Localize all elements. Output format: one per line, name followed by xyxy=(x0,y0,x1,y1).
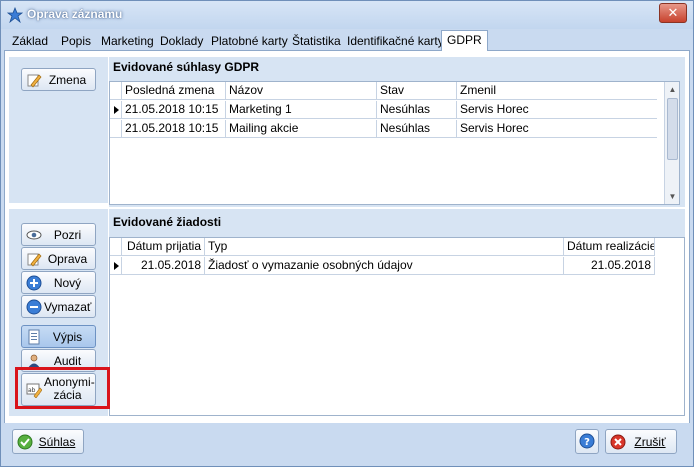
close-button[interactable]: ✕ xyxy=(659,3,687,23)
table-cell: 21.05.2018 10:15 xyxy=(122,101,226,119)
column-header[interactable]: Zmenil xyxy=(457,82,657,100)
table-row[interactable]: 21.05.2018 10:15 Marketing 1 Nesúhlas Se… xyxy=(110,101,664,119)
table-cell: 21.05.2018 xyxy=(564,257,655,275)
scroll-down-icon[interactable]: ▼ xyxy=(665,189,680,204)
requests-title: Evidované žiadosti xyxy=(113,215,222,229)
table-row[interactable]: 21.05.2018 Žiadosť o vymazanie osobných … xyxy=(110,257,656,275)
window-title: Oprava záznamu xyxy=(27,7,123,21)
tab-popis[interactable]: Popis xyxy=(56,32,96,51)
cancel-button[interactable]: Zrušiť xyxy=(605,429,677,454)
consents-panel: Evidované súhlasy GDPR Posledná zmena Ná… xyxy=(109,57,685,207)
requests-header: Dátum prijatia Typ Dátum realizácie xyxy=(110,238,656,256)
table-cell: Servis Horec xyxy=(457,101,657,119)
title-bar: Oprava záznamu ✕ xyxy=(1,1,693,29)
requests-table: Dátum prijatia Typ Dátum realizácie 21.0… xyxy=(109,237,685,416)
consents-actions-panel: Zmena xyxy=(9,57,108,203)
app-logo-icon xyxy=(7,7,23,23)
table-row[interactable]: 21.05.2018 10:15 Mailing akcie Nesúhlas … xyxy=(110,120,664,138)
tab-zaklad[interactable]: Základ xyxy=(7,32,53,51)
row-indicator-icon xyxy=(110,101,122,119)
table-cell: 21.05.2018 10:15 xyxy=(122,120,226,138)
tab-bar: Základ Popis Marketing Doklady Platobné … xyxy=(5,30,691,51)
table-cell: Servis Horec xyxy=(457,120,657,138)
plus-icon xyxy=(26,275,42,291)
column-header[interactable]: Názov xyxy=(226,82,377,100)
consents-table: Posledná zmena Názov Stav Zmenil 21.05.2… xyxy=(109,81,680,205)
table-cell: 21.05.2018 xyxy=(122,257,205,275)
scroll-up-icon[interactable]: ▲ xyxy=(665,82,680,97)
delete-button[interactable]: Vymazať xyxy=(21,295,96,318)
tab-page-gdpr: Zmena Evidované súhlasy GDPR Posledná zm… xyxy=(4,50,690,464)
tab-platobne-karty[interactable]: Platobné karty xyxy=(206,32,293,51)
tab-doklady[interactable]: Doklady xyxy=(155,32,208,51)
table-cell: Nesúhlas xyxy=(377,120,457,138)
eye-icon xyxy=(26,230,42,240)
pencil-icon xyxy=(27,253,42,267)
tab-identifikacne-karty[interactable]: Identifikačné karty xyxy=(342,32,449,51)
column-header[interactable]: Posledná zmena xyxy=(122,82,226,100)
scroll-thumb[interactable] xyxy=(667,98,678,160)
help-button[interactable]: ? xyxy=(575,429,599,454)
highlight-box xyxy=(15,367,110,409)
new-button[interactable]: Nový xyxy=(21,271,96,294)
column-header[interactable]: Dátum realizácie xyxy=(564,238,655,256)
pencil-icon xyxy=(27,74,42,88)
minus-icon xyxy=(26,299,42,315)
column-header[interactable]: Typ xyxy=(205,238,564,256)
consents-header: Posledná zmena Názov Stav Zmenil xyxy=(110,82,664,100)
consents-scrollbar[interactable]: ▲ ▼ xyxy=(664,82,679,204)
tab-statistika[interactable]: Štatistika xyxy=(287,32,346,51)
dialog-window: Oprava záznamu ✕ Základ Popis Marketing … xyxy=(0,0,694,467)
view-button[interactable]: Pozri xyxy=(21,223,96,246)
tab-marketing[interactable]: Marketing xyxy=(96,32,159,51)
dialog-footer: Súhlas ? Zrušiť xyxy=(4,423,690,464)
table-cell: Žiadosť o vymazanie osobných údajov xyxy=(205,257,564,275)
column-header[interactable]: Dátum prijatia xyxy=(122,238,205,256)
requests-panel: Evidované žiadosti Dátum prijatia Typ Dá… xyxy=(109,209,685,416)
help-icon: ? xyxy=(579,433,595,449)
svg-text:?: ? xyxy=(584,437,590,448)
consents-title: Evidované súhlasy GDPR xyxy=(113,60,260,74)
row-indicator-icon xyxy=(110,257,122,275)
column-header[interactable]: Stav xyxy=(377,82,457,100)
change-button[interactable]: Zmena xyxy=(21,68,96,91)
table-cell: Marketing 1 xyxy=(226,101,377,119)
tab-gdpr[interactable]: GDPR xyxy=(441,30,488,51)
table-cell: Mailing akcie xyxy=(226,120,377,138)
agree-button[interactable]: Súhlas xyxy=(12,429,84,454)
document-icon xyxy=(28,329,40,345)
cancel-icon xyxy=(610,434,626,450)
print-button[interactable]: Výpis xyxy=(21,325,96,348)
checkmark-icon xyxy=(17,434,33,450)
table-cell: Nesúhlas xyxy=(377,101,457,119)
edit-button[interactable]: Oprava xyxy=(21,247,96,270)
